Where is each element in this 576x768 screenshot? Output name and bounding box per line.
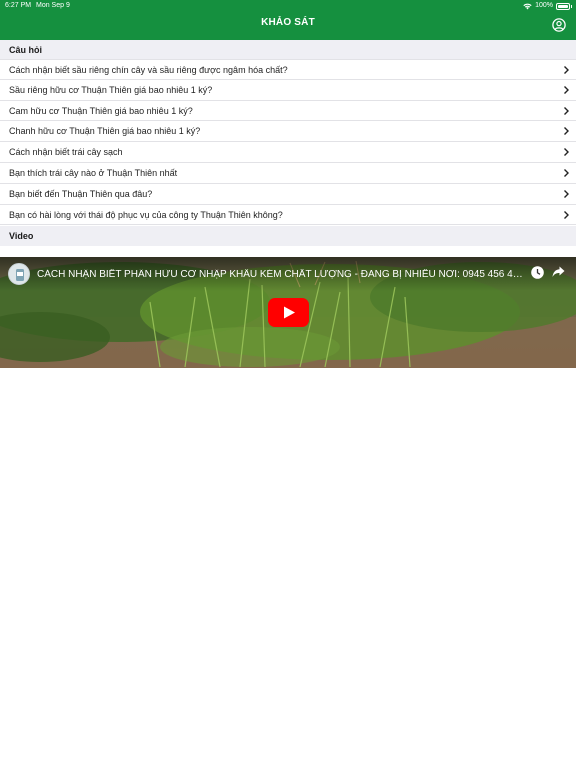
chevron-right-icon (564, 168, 569, 177)
chevron-right-icon (564, 127, 569, 136)
chevron-right-icon (564, 210, 569, 219)
status-bar: 6:27 PM Mon Sep 9 100% (0, 0, 576, 12)
question-label: Bạn có hài lòng với thái độ phục vụ của … (9, 209, 283, 220)
status-indicators: 100% (523, 0, 572, 12)
status-date: Mon Sep 9 (36, 2, 70, 9)
youtube-play-icon[interactable] (268, 298, 309, 327)
battery-icon (556, 2, 572, 10)
clock-icon[interactable] (531, 266, 544, 279)
chevron-right-icon (564, 106, 569, 115)
section-header-questions: Câu hỏi (0, 40, 576, 60)
question-row[interactable]: Sầu riêng hữu cơ Thuận Thiên giá bao nhi… (0, 80, 576, 101)
app-header: 6:27 PM Mon Sep 9 100% KHẢO SÁT (0, 0, 576, 40)
video-title[interactable]: CÁCH NHẬN BIẾT PHÂN HỮU CƠ NHẬP KHẨU KÉM… (37, 269, 523, 280)
question-list: Cách nhận biết sầu riêng chín cây và sầu… (0, 59, 576, 226)
question-row[interactable]: Cách nhận biết trái cây sạch (0, 142, 576, 163)
battery-percent: 100% (535, 2, 553, 9)
question-label: Cam hữu cơ Thuận Thiên giá bao nhiêu 1 k… (9, 105, 193, 116)
question-label: Cách nhận biết sầu riêng chín cây và sầu… (9, 65, 288, 75)
question-row[interactable]: Bạn thích trái cây nào ở Thuận Thiên nhấ… (0, 163, 576, 184)
question-row[interactable]: Cam hữu cơ Thuận Thiên giá bao nhiêu 1 k… (0, 101, 576, 122)
question-row[interactable]: Cách nhận biết sầu riêng chín cây và sầu… (0, 59, 576, 80)
question-row[interactable]: Chanh hữu cơ Thuận Thiên giá bao nhiêu 1… (0, 121, 576, 143)
question-label: Cách nhận biết trái cây sạch (9, 147, 123, 158)
page-title: KHẢO SÁT (261, 17, 315, 28)
account-icon (552, 18, 566, 32)
status-time: 6:27 PM (5, 2, 32, 9)
question-row[interactable]: Bạn biết đến Thuận Thiên qua đâu? (0, 184, 576, 205)
chevron-right-icon (564, 148, 569, 157)
account-button[interactable] (552, 18, 566, 32)
chevron-right-icon (564, 66, 569, 74)
question-label: Bạn biết đến Thuận Thiên qua đâu? (9, 188, 153, 199)
chevron-right-icon (564, 189, 569, 198)
share-icon[interactable] (552, 266, 565, 278)
wifi-icon (523, 3, 532, 9)
question-row[interactable]: Bạn có hài lòng với thái độ phục vụ của … (0, 205, 576, 226)
question-label: Sầu riêng hữu cơ Thuận Thiên giá bao nhi… (9, 84, 213, 95)
channel-avatar[interactable] (8, 263, 30, 285)
question-label: Bạn thích trái cây nào ở Thuận Thiên nhấ… (9, 167, 178, 178)
question-label: Chanh hữu cơ Thuận Thiên giá bao nhiêu 1… (9, 126, 201, 137)
chevron-right-icon (564, 85, 569, 94)
section-header-video: Video (0, 226, 576, 246)
video-player[interactable]: CÁCH NHẬN BIẾT PHÂN HỮU CƠ NHẬP KHẨU KÉM… (0, 257, 576, 368)
